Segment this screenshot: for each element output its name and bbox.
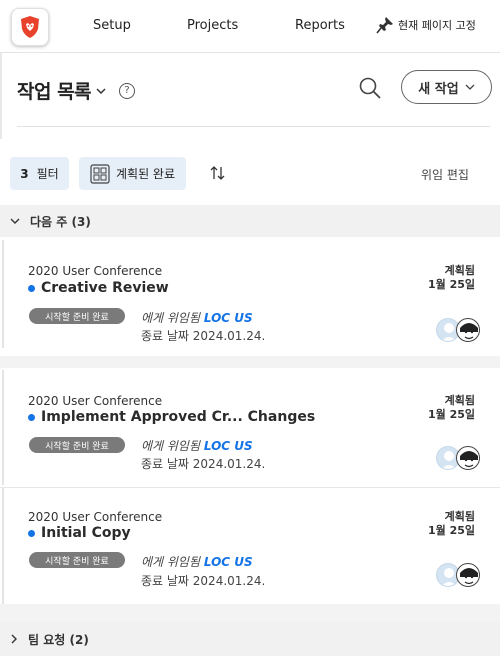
- group-header-next-week[interactable]: 다음 주 (3): [0, 205, 500, 237]
- status-dot-icon: [28, 413, 35, 421]
- nav-reports[interactable]: Reports: [295, 18, 345, 33]
- task-title-text: Implement Approved Cr... Changes: [41, 409, 316, 425]
- lion-logo-icon: [21, 16, 39, 38]
- group-header-team-requests[interactable]: 팀 요청 (2): [0, 622, 500, 656]
- task-title[interactable]: Initial Copy: [28, 525, 131, 541]
- delegated-to: 에게 위임됨 LOC US: [141, 439, 253, 453]
- assignee-avatars[interactable]: [436, 318, 482, 342]
- filter-label: 필터: [36, 167, 59, 181]
- task-card[interactable]: 2020 User Conference Implement Approved …: [2, 370, 498, 485]
- filter-count: 3: [20, 166, 29, 181]
- nav-setup[interactable]: Setup: [93, 18, 131, 33]
- left-edge-line: [0, 53, 2, 139]
- delegate-link[interactable]: LOC US: [204, 555, 253, 569]
- due-date: 종료 날짜 2024.01.24.: [141, 574, 266, 588]
- face-icon: [460, 451, 478, 468]
- pin-page-label: 현재 페이지 고정: [398, 19, 476, 32]
- task-title-text: Initial Copy: [41, 525, 131, 541]
- due-date: 종료 날짜 2024.01.24.: [141, 457, 266, 471]
- planned-date: 계획됨 1월 25일: [427, 394, 475, 421]
- search-icon[interactable]: [358, 76, 382, 100]
- chevron-down-icon: [10, 218, 20, 224]
- status-badge: 시작할 준비 완료: [29, 552, 125, 568]
- grid-view-icon: [90, 163, 110, 184]
- project-name[interactable]: 2020 User Conference: [28, 264, 162, 278]
- planned-date: 계획됨 1월 25일: [427, 510, 475, 537]
- task-title[interactable]: Implement Approved Cr... Changes: [28, 409, 315, 425]
- sort-icon[interactable]: [209, 164, 227, 182]
- delegate-link[interactable]: LOC US: [204, 439, 253, 453]
- avatar: [456, 446, 480, 470]
- avatar: [456, 318, 480, 342]
- group-label: 팀 요청 (2): [28, 632, 89, 647]
- pin-icon: [376, 17, 393, 34]
- group-label: 다음 주 (3): [30, 214, 91, 229]
- avatar: [456, 563, 480, 587]
- task-card[interactable]: 2020 User Conference Creative Review 시작할…: [2, 240, 498, 348]
- card-separator: [0, 604, 500, 622]
- planned-completion-label: 계획된 완료: [115, 167, 175, 181]
- delegate-link[interactable]: LOC US: [204, 311, 253, 325]
- assignee-avatars[interactable]: [436, 563, 482, 587]
- app-logo-button[interactable]: [11, 8, 49, 46]
- delegate-edit-link[interactable]: 위임 편집: [421, 166, 469, 183]
- title-row: 작업 목록 ?: [17, 77, 136, 104]
- pin-page-button[interactable]: 현재 페이지 고정: [376, 16, 476, 34]
- chevron-right-icon: [11, 634, 17, 644]
- status-dot-icon: [28, 284, 35, 292]
- face-icon: [460, 568, 478, 585]
- task-card[interactable]: 2020 User Conference Initial Copy 시작할 준비…: [2, 488, 498, 604]
- status-badge: 시작할 준비 완료: [29, 437, 125, 453]
- top-nav-bar: Setup Projects Reports 현재 페이지 고정: [0, 0, 500, 53]
- task-title-text: Creative Review: [41, 280, 169, 296]
- status-dot-icon: [28, 529, 35, 537]
- new-task-label: 새 작업: [418, 81, 459, 97]
- filter-button[interactable]: 3 필터: [10, 157, 69, 190]
- delegated-to: 에게 위임됨 LOC US: [141, 555, 253, 569]
- assignee-avatars[interactable]: [436, 446, 482, 470]
- project-name[interactable]: 2020 User Conference: [28, 394, 162, 408]
- page-title[interactable]: 작업 목록: [17, 77, 92, 104]
- nav-projects[interactable]: Projects: [187, 18, 238, 33]
- delegated-to: 에게 위임됨 LOC US: [141, 311, 253, 325]
- card-separator: [0, 356, 500, 368]
- project-name[interactable]: 2020 User Conference: [28, 510, 162, 524]
- chevron-down-icon[interactable]: [95, 86, 107, 96]
- due-date: 종료 날짜 2024.01.24.: [141, 329, 266, 343]
- task-title[interactable]: Creative Review: [28, 280, 169, 296]
- chevron-down-icon: [465, 84, 475, 90]
- face-icon: [460, 323, 478, 340]
- planned-date: 계획됨 1월 25일: [427, 264, 475, 291]
- status-badge: 시작할 준비 완료: [29, 308, 125, 324]
- help-icon[interactable]: ?: [119, 82, 136, 99]
- header-divider: [17, 126, 490, 127]
- planned-completion-button[interactable]: 계획된 완료: [79, 157, 186, 190]
- new-task-button[interactable]: 새 작업: [401, 70, 492, 104]
